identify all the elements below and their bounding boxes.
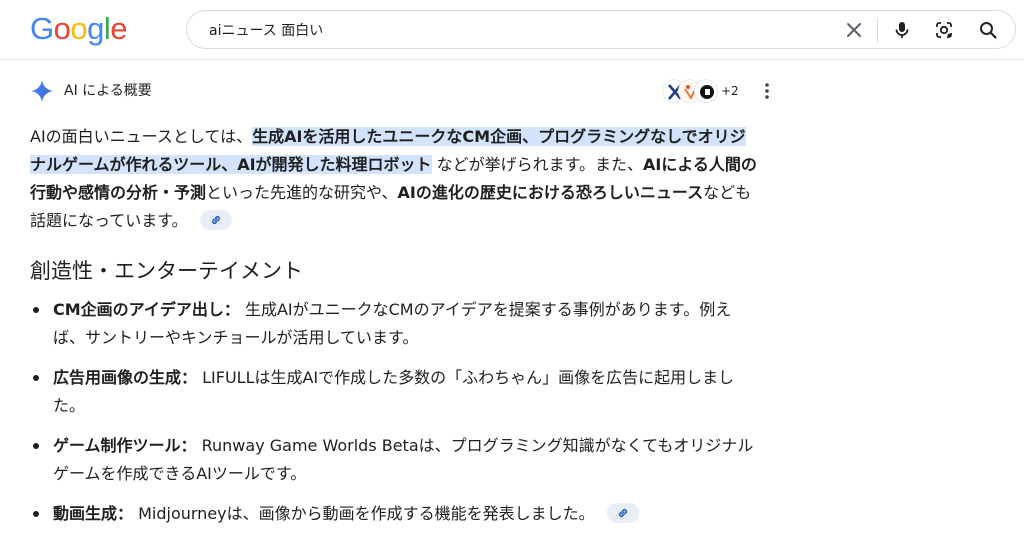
search-input[interactable] <box>209 19 809 41</box>
citation-link-button[interactable] <box>199 210 232 230</box>
google-logo[interactable]: Google <box>30 10 136 48</box>
link-icon <box>211 216 220 224</box>
link-icon <box>618 509 627 517</box>
logo-wordmark: Google <box>30 11 128 46</box>
ai-overview-title: AI による概要 <box>64 83 152 99</box>
citation-link-button[interactable] <box>606 503 639 523</box>
search-icon[interactable] <box>977 19 999 41</box>
search-header: Google <box>0 0 1024 60</box>
list-item: 動画生成： Midjourneyは、画像から動画を作成する機能を発表しました。 <box>30 500 757 528</box>
ai-overview-panel: AI による概要 +2 AIの面白いニュースとしては、生成AIを活用したユニーク… <box>30 60 775 545</box>
gemini-sparkle-icon <box>30 79 54 103</box>
ai-overview-header: AI による概要 +2 <box>30 78 775 104</box>
list-item: CM企画のアイデア出し： 生成AIがユニークなCMのアイデアを提案する事例があり… <box>30 296 757 352</box>
section-heading: 創造性・エンターテイメント <box>30 259 303 283</box>
clear-icon[interactable] <box>843 19 865 41</box>
bullet-list: CM企画のアイデア出し： 生成AIがユニークなCMのアイデアを提案する事例があり… <box>30 296 757 540</box>
source-dark-icon[interactable] <box>695 80 717 102</box>
list-item: ゲーム制作ツール： Runway Game Worlds Betaは、プログラミ… <box>30 432 757 488</box>
microphone-icon[interactable] <box>891 19 913 41</box>
search-divider <box>877 18 878 43</box>
source-favicons[interactable]: +2 <box>663 80 743 104</box>
ai-overview-summary: AIの面白いニュースとしては、生成AIを活用したユニークなCM企画、プログラミン… <box>30 127 757 230</box>
sources-more-count: +2 <box>721 84 739 98</box>
more-options-icon[interactable] <box>758 81 776 101</box>
camera-lens-icon[interactable] <box>933 19 955 41</box>
list-item: 広告用画像の生成： LIFULLは生成AIで作成した多数の「ふわちゃん」画像を広… <box>30 364 757 420</box>
search-box[interactable] <box>186 10 1016 49</box>
